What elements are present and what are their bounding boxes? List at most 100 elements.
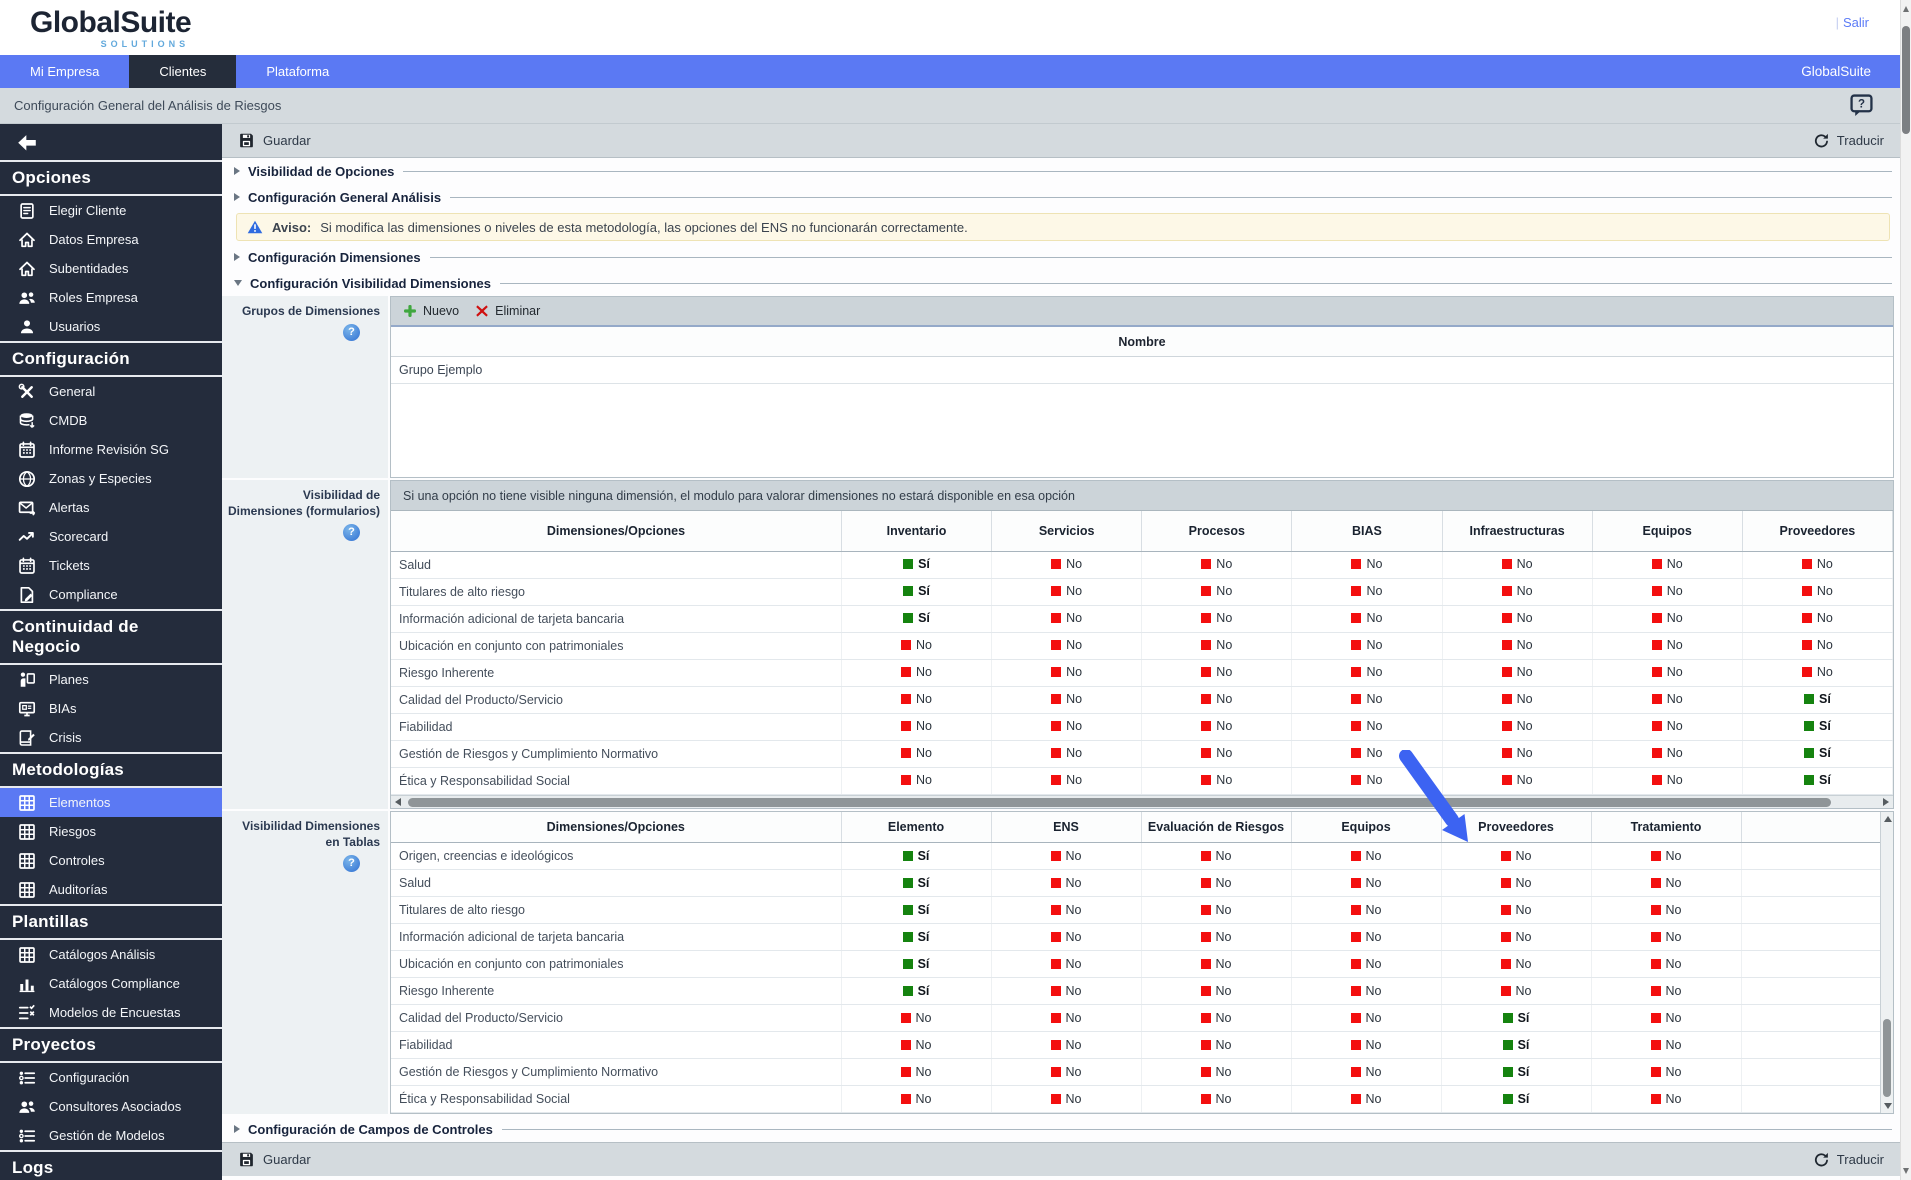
visibility-cell[interactable]: Sí bbox=[841, 977, 992, 1005]
scroll-up-icon[interactable] bbox=[1883, 815, 1892, 822]
visibility-cell[interactable]: No bbox=[991, 767, 1143, 795]
sidebar-item-catalogos-compliance[interactable]: Catálogos Compliance bbox=[0, 969, 222, 998]
visibility-cell[interactable]: No bbox=[1291, 1031, 1442, 1059]
visibility-cell[interactable]: No bbox=[1592, 632, 1743, 660]
visibility-cell[interactable]: No bbox=[1291, 1004, 1442, 1032]
visibility-cell[interactable]: No bbox=[841, 1031, 992, 1059]
visibility-cell[interactable]: No bbox=[1591, 869, 1742, 897]
visibility-cell[interactable]: No bbox=[1742, 551, 1894, 579]
visibility-cell[interactable]: No bbox=[1592, 740, 1743, 768]
visibility-cell[interactable]: No bbox=[991, 686, 1143, 714]
visibility-cell[interactable]: No bbox=[1291, 869, 1442, 897]
sidebar-item-datos-empresa[interactable]: Datos Empresa bbox=[0, 225, 222, 254]
visibility-cell[interactable]: No bbox=[1141, 923, 1292, 951]
logout-link[interactable]: | Salir bbox=[1836, 15, 1869, 30]
visibility-cell[interactable]: No bbox=[841, 713, 993, 741]
visibility-cell[interactable]: Sí bbox=[841, 923, 992, 951]
visibility-cell[interactable]: Sí bbox=[1742, 686, 1894, 714]
visibility-cell[interactable]: No bbox=[1591, 1031, 1742, 1059]
sidebar-item-general[interactable]: General bbox=[0, 377, 222, 406]
visibility-cell[interactable]: No bbox=[1291, 767, 1443, 795]
visibility-cell[interactable]: No bbox=[1441, 842, 1592, 870]
visibility-cell[interactable]: No bbox=[991, 1085, 1142, 1113]
save-button[interactable]: Guardar bbox=[263, 1152, 311, 1167]
visibility-cell[interactable]: No bbox=[991, 740, 1143, 768]
visibility-cell[interactable]: No bbox=[1442, 632, 1593, 660]
visibility-cell[interactable]: No bbox=[1591, 1004, 1742, 1032]
visibility-cell[interactable]: No bbox=[1141, 767, 1293, 795]
visibility-cell[interactable]: No bbox=[1141, 1085, 1292, 1113]
visibility-cell[interactable]: No bbox=[991, 950, 1142, 978]
visibility-cell[interactable]: Sí bbox=[841, 869, 992, 897]
visibility-cell[interactable]: No bbox=[991, 896, 1142, 924]
section-config-campos-controles[interactable]: Configuración de Campos de Controles bbox=[222, 1116, 1900, 1142]
visibility-cell[interactable]: No bbox=[1141, 578, 1293, 606]
help-bubble-icon[interactable]: ? bbox=[1850, 94, 1873, 117]
visibility-cell[interactable]: Sí bbox=[1441, 1058, 1592, 1086]
visibility-cell[interactable]: No bbox=[1291, 1058, 1442, 1086]
visibility-cell[interactable]: No bbox=[1141, 869, 1292, 897]
visibility-cell[interactable]: No bbox=[1442, 578, 1593, 606]
visibility-cell[interactable]: No bbox=[1591, 896, 1742, 924]
sidebar-item-crisis[interactable]: Crisis bbox=[0, 723, 222, 752]
visibility-cell[interactable]: No bbox=[1141, 1031, 1292, 1059]
visibility-cell[interactable]: No bbox=[1291, 713, 1443, 741]
sidebar-back-button[interactable] bbox=[0, 124, 222, 160]
visibility-cell[interactable]: No bbox=[1291, 551, 1443, 579]
visibility-cell[interactable]: No bbox=[1591, 950, 1742, 978]
section-visibilidad-opciones[interactable]: Visibilidad de Opciones bbox=[222, 158, 1900, 184]
visibility-cell[interactable]: No bbox=[991, 1004, 1142, 1032]
translate-button[interactable]: Traducir bbox=[1837, 133, 1884, 148]
visibility-cell[interactable]: Sí bbox=[841, 896, 992, 924]
visibility-cell[interactable]: No bbox=[1442, 767, 1593, 795]
visibility-cell[interactable]: No bbox=[1441, 896, 1592, 924]
visibility-cell[interactable]: No bbox=[1592, 713, 1743, 741]
visibility-cell[interactable]: No bbox=[1291, 923, 1442, 951]
visibility-cell[interactable]: No bbox=[1291, 605, 1443, 633]
visibility-cell[interactable]: No bbox=[1141, 896, 1292, 924]
visibility-cell[interactable]: No bbox=[1291, 1085, 1442, 1113]
visibility-cell[interactable]: No bbox=[991, 977, 1142, 1005]
sidebar-item-controles[interactable]: Controles bbox=[0, 846, 222, 875]
visibility-cell[interactable]: No bbox=[1592, 605, 1743, 633]
visibility-cell[interactable]: No bbox=[1291, 578, 1443, 606]
visibility-cell[interactable]: No bbox=[1291, 977, 1442, 1005]
visibility-cell[interactable]: Sí bbox=[1742, 713, 1894, 741]
sidebar-item-usuarios[interactable]: Usuarios bbox=[0, 312, 222, 341]
visibility-cell[interactable]: No bbox=[841, 659, 993, 687]
visibility-cell[interactable]: No bbox=[1442, 713, 1593, 741]
visibility-cell[interactable]: No bbox=[1291, 950, 1442, 978]
visibility-cell[interactable]: No bbox=[991, 1031, 1142, 1059]
visibility-cell[interactable]: No bbox=[1742, 659, 1894, 687]
visibility-cell[interactable]: No bbox=[991, 869, 1142, 897]
sidebar-item-bias[interactable]: BIAs bbox=[0, 694, 222, 723]
visibility-cell[interactable]: Sí bbox=[841, 605, 993, 633]
visibility-cell[interactable]: No bbox=[1591, 923, 1742, 951]
visibility-cell[interactable]: No bbox=[991, 842, 1142, 870]
visibility-cell[interactable]: No bbox=[1442, 686, 1593, 714]
visibility-cell[interactable]: No bbox=[1442, 551, 1593, 579]
sidebar-item-elementos[interactable]: Elementos bbox=[0, 788, 222, 817]
sidebar-item-modelos-de-encuestas[interactable]: Modelos de Encuestas bbox=[0, 998, 222, 1027]
page-scrollbar[interactable] bbox=[1900, 0, 1911, 1180]
section-config-visibilidad-dimensiones[interactable]: Configuración Visibilidad Dimensiones bbox=[222, 270, 1900, 296]
sidebar-item-tickets[interactable]: Tickets bbox=[0, 551, 222, 580]
scrollbar-thumb[interactable] bbox=[408, 797, 1831, 807]
visibility-cell[interactable]: No bbox=[1592, 767, 1743, 795]
sidebar-item-configuracion[interactable]: Configuración bbox=[0, 1063, 222, 1092]
scroll-up-icon[interactable] bbox=[1903, 6, 1909, 12]
visibility-cell[interactable]: No bbox=[1141, 659, 1293, 687]
visibility-cell[interactable]: No bbox=[1441, 923, 1592, 951]
visibility-cell[interactable]: No bbox=[841, 1085, 992, 1113]
visibility-cell[interactable]: No bbox=[1592, 659, 1743, 687]
visibility-cell[interactable]: No bbox=[1141, 977, 1292, 1005]
visibility-cell[interactable]: No bbox=[1592, 551, 1743, 579]
new-group-button[interactable]: Nuevo bbox=[403, 304, 459, 318]
visibility-cell[interactable]: No bbox=[841, 686, 993, 714]
sidebar-item-subentidades[interactable]: Subentidades bbox=[0, 254, 222, 283]
sidebar-item-elegir-cliente[interactable]: Elegir Cliente bbox=[0, 196, 222, 225]
visibility-cell[interactable]: Sí bbox=[1441, 1004, 1592, 1032]
visibility-cell[interactable]: No bbox=[841, 1004, 992, 1032]
visibility-cell[interactable]: No bbox=[841, 632, 993, 660]
sidebar-item-riesgos[interactable]: Riesgos bbox=[0, 817, 222, 846]
